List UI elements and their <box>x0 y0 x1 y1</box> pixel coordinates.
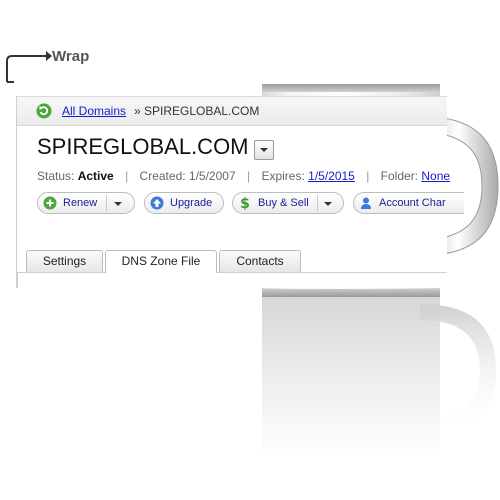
divider: | <box>125 169 129 183</box>
svg-text:$: $ <box>240 196 250 210</box>
upgrade-button[interactable]: Upgrade <box>144 192 224 214</box>
refresh-icon[interactable] <box>36 103 52 119</box>
renew-label: Renew <box>63 197 98 209</box>
account-change-label: Account Char <box>379 197 446 209</box>
mug-top-rim <box>262 84 440 92</box>
wrap-text: Wrap <box>52 48 90 65</box>
divider: | <box>246 169 251 183</box>
domain-title: SPIREGLOBAL.COM <box>37 134 249 159</box>
plus-circle-icon <box>43 196 57 210</box>
folder-label: Folder: <box>380 169 419 183</box>
up-arrow-circle-icon <box>150 196 164 210</box>
created-label: Created: 1/5/2007 <box>139 169 236 183</box>
tab-bar: Settings DNS Zone File Contacts <box>17 250 447 273</box>
renew-button[interactable]: Renew <box>37 192 135 214</box>
tab-dns-zone-file[interactable]: DNS Zone File <box>105 250 217 273</box>
person-icon <box>361 197 371 209</box>
breadcrumb-separator: » <box>134 104 141 118</box>
expires-label: Expires: <box>261 169 305 183</box>
status-line: Status: Active | Created: 1/5/2007 | Exp… <box>37 169 450 183</box>
upgrade-label: Upgrade <box>170 197 213 209</box>
tab-content <box>17 273 448 288</box>
chevron-down-icon <box>260 148 268 152</box>
buy-sell-button[interactable]: $ Buy & Sell <box>232 192 344 214</box>
dollar-icon: $ <box>240 196 250 210</box>
tab-settings[interactable]: Settings <box>26 250 103 272</box>
folder-link[interactable]: None <box>421 169 450 183</box>
status-value: Active <box>77 169 114 183</box>
divider: | <box>366 169 370 183</box>
mug-reflection <box>262 297 440 457</box>
chevron-down-icon[interactable] <box>114 202 122 206</box>
breadcrumb: All Domains » SPIREGLOBAL.COM <box>17 96 447 126</box>
domain-dropdown-button[interactable] <box>254 140 274 160</box>
buy-sell-label: Buy & Sell <box>258 197 309 209</box>
breadcrumb-all-domains-link[interactable]: All Domains <box>62 97 126 125</box>
breadcrumb-current: SPIREGLOBAL.COM <box>144 104 260 118</box>
domain-panel: All Domains » SPIREGLOBAL.COM SPIREGLOBA… <box>16 96 464 288</box>
expires-link[interactable]: 1/5/2015 <box>308 169 355 183</box>
button-divider <box>106 195 107 211</box>
button-divider <box>317 195 318 211</box>
mug-bottom-rim <box>262 289 440 297</box>
tab-contacts[interactable]: Contacts <box>219 250 301 272</box>
account-change-button[interactable]: Account Char <box>353 192 464 214</box>
chevron-down-icon[interactable] <box>324 202 332 206</box>
mug-reflection-handle <box>420 304 496 436</box>
wrap-label: Wrap <box>4 44 124 88</box>
status-label: Status: <box>37 169 75 183</box>
